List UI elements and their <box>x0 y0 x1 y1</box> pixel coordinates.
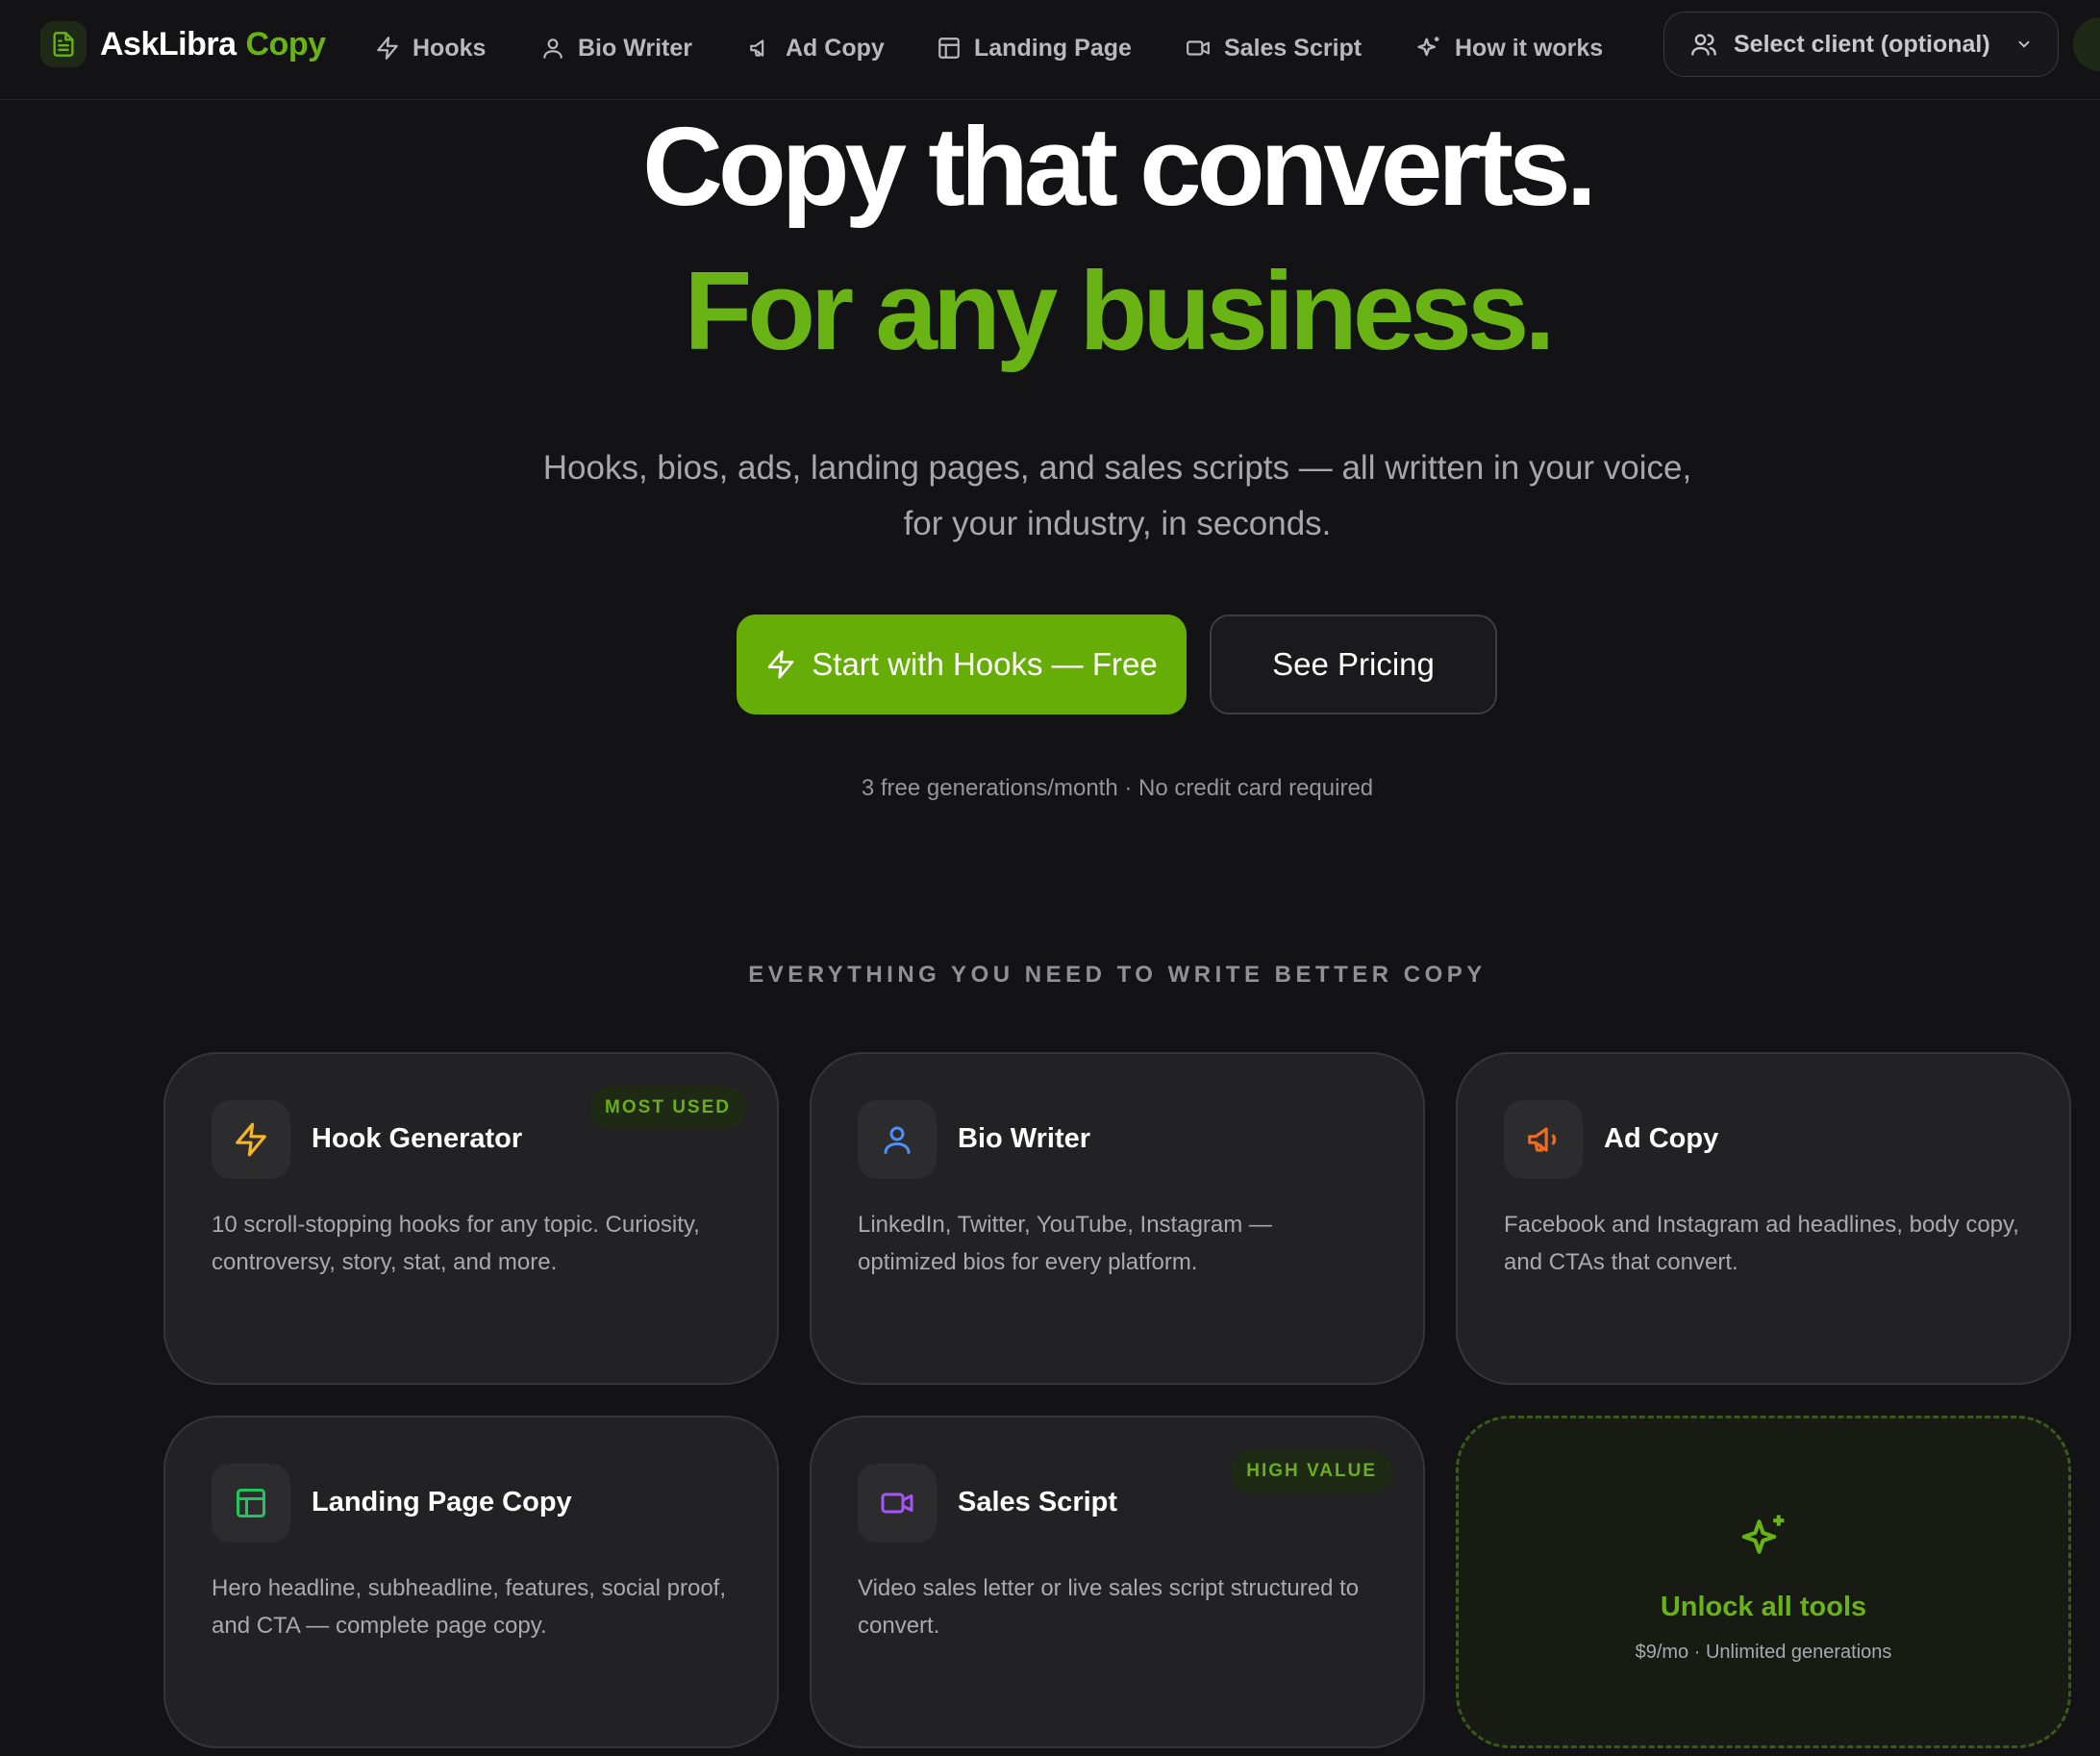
nav-item-sales-script[interactable]: Sales Script <box>1185 29 1362 67</box>
feature-card-title: Landing Page Copy <box>312 1487 572 1518</box>
feature-card-description: LinkedIn, Twitter, YouTube, Instagram — … <box>858 1212 1272 1275</box>
megaphone-icon <box>1504 1100 1583 1179</box>
video-icon <box>858 1464 937 1543</box>
lightning-icon <box>767 650 794 679</box>
account-button[interactable] <box>2073 17 2100 71</box>
feature-card-description: Video sales letter or live sales script … <box>858 1575 1360 1639</box>
user-icon <box>543 38 562 59</box>
see-pricing-button-label: See Pricing <box>1272 646 1435 682</box>
nav-item-label: Landing Page <box>974 34 1132 62</box>
nav-item-ad-copy[interactable]: Ad Copy <box>748 29 885 67</box>
nav-item-label: Bio Writer <box>578 34 692 62</box>
top-nav: AskLibra Copy Hooks Bio Writer Ad Copy La… <box>0 0 2100 100</box>
nav-item-landing-page[interactable]: Landing Page <box>937 29 1132 67</box>
feature-card-bio-writer[interactable]: Bio Writer LinkedIn, Twitter, YouTube, I… <box>810 1052 1425 1385</box>
nav-item-label: How it works <box>1455 34 1604 62</box>
nav-item-label: Hooks <box>412 34 487 62</box>
lightning-icon <box>212 1100 290 1179</box>
start-hooks-button-label: Start with Hooks — Free <box>812 646 1158 682</box>
features-section-title: EVERYTHING YOU NEED TO WRITE BETTER COPY <box>748 962 1487 988</box>
feature-card-title: Hook Generator <box>312 1123 523 1154</box>
nav-item-hooks[interactable]: Hooks <box>375 29 486 67</box>
feature-card-description: 10 scroll-stopping hooks for any topic. … <box>212 1212 700 1275</box>
feature-card-description: Hero headline, subheadline, features, so… <box>212 1575 727 1639</box>
feature-card-sales-script[interactable]: Sales Script HIGH VALUE Video sales lett… <box>810 1416 1425 1748</box>
hero-subtitle: Hooks, bios, ads, landing pages, and sal… <box>542 449 1692 542</box>
brand-name-accent: Copy <box>245 25 327 63</box>
document-icon <box>40 21 87 67</box>
unlock-all-tools-card[interactable]: Unlock all tools $9/mo · Unlimited gener… <box>1456 1416 2071 1748</box>
feature-card-title: Ad Copy <box>1604 1123 1719 1154</box>
feature-card-hook-generator[interactable]: Hook Generator MOST USED 10 scroll-stopp… <box>163 1052 779 1385</box>
feature-card-ad-copy[interactable]: Ad Copy Facebook and Instagram ad headli… <box>1456 1052 2071 1385</box>
user-icon <box>858 1100 937 1179</box>
hero-title-accent: For any business. <box>684 248 1555 373</box>
megaphone-icon <box>750 39 764 57</box>
nav-item-label: Ad Copy <box>786 34 885 62</box>
page: AskLibra Copy Hooks Bio Writer Ad Copy La… <box>0 0 2100 1756</box>
chevron-down-icon <box>2018 40 2030 48</box>
layout-icon <box>212 1464 290 1543</box>
video-icon <box>1187 40 1210 56</box>
start-hooks-button[interactable]: Start with Hooks — Free <box>737 615 1187 715</box>
nav-item-label: Sales Script <box>1224 34 1362 62</box>
most-used-badge: MOST USED <box>589 1087 746 1129</box>
hero-note: 3 free generations/month · No credit car… <box>861 775 1374 801</box>
high-value-badge: HIGH VALUE <box>1231 1450 1392 1493</box>
lightning-icon <box>377 37 398 60</box>
brand-logo[interactable]: AskLibra Copy <box>40 21 326 67</box>
users-icon <box>1691 34 1716 56</box>
nav-item-how-it-works[interactable]: How it works <box>1415 29 1603 67</box>
feature-card-title: Sales Script <box>958 1487 1118 1518</box>
client-select[interactable]: Select client (optional) <box>1663 12 2059 77</box>
sparkles-icon <box>1417 37 1439 57</box>
feature-card-title: Bio Writer <box>958 1123 1091 1154</box>
brand-name: AskLibra Copy <box>100 26 326 63</box>
nav-item-bio-writer[interactable]: Bio Writer <box>540 29 692 67</box>
brand-name-main: AskLibra <box>100 25 237 63</box>
layout-icon <box>938 38 960 59</box>
feature-card-description: Facebook and Instagram ad headlines, bod… <box>1504 1212 2019 1275</box>
unlock-subtitle: $9/mo · Unlimited generations <box>1635 1642 1892 1663</box>
client-select-label: Select client (optional) <box>1734 30 1990 58</box>
sparkles-icon <box>1741 1515 1785 1554</box>
see-pricing-button[interactable]: See Pricing <box>1210 615 1497 715</box>
unlock-title: Unlock all tools <box>1660 1592 1867 1622</box>
feature-card-landing-page-copy[interactable]: Landing Page Copy Hero headline, subhead… <box>163 1416 779 1748</box>
hero-title: Copy that converts. <box>642 104 1597 229</box>
